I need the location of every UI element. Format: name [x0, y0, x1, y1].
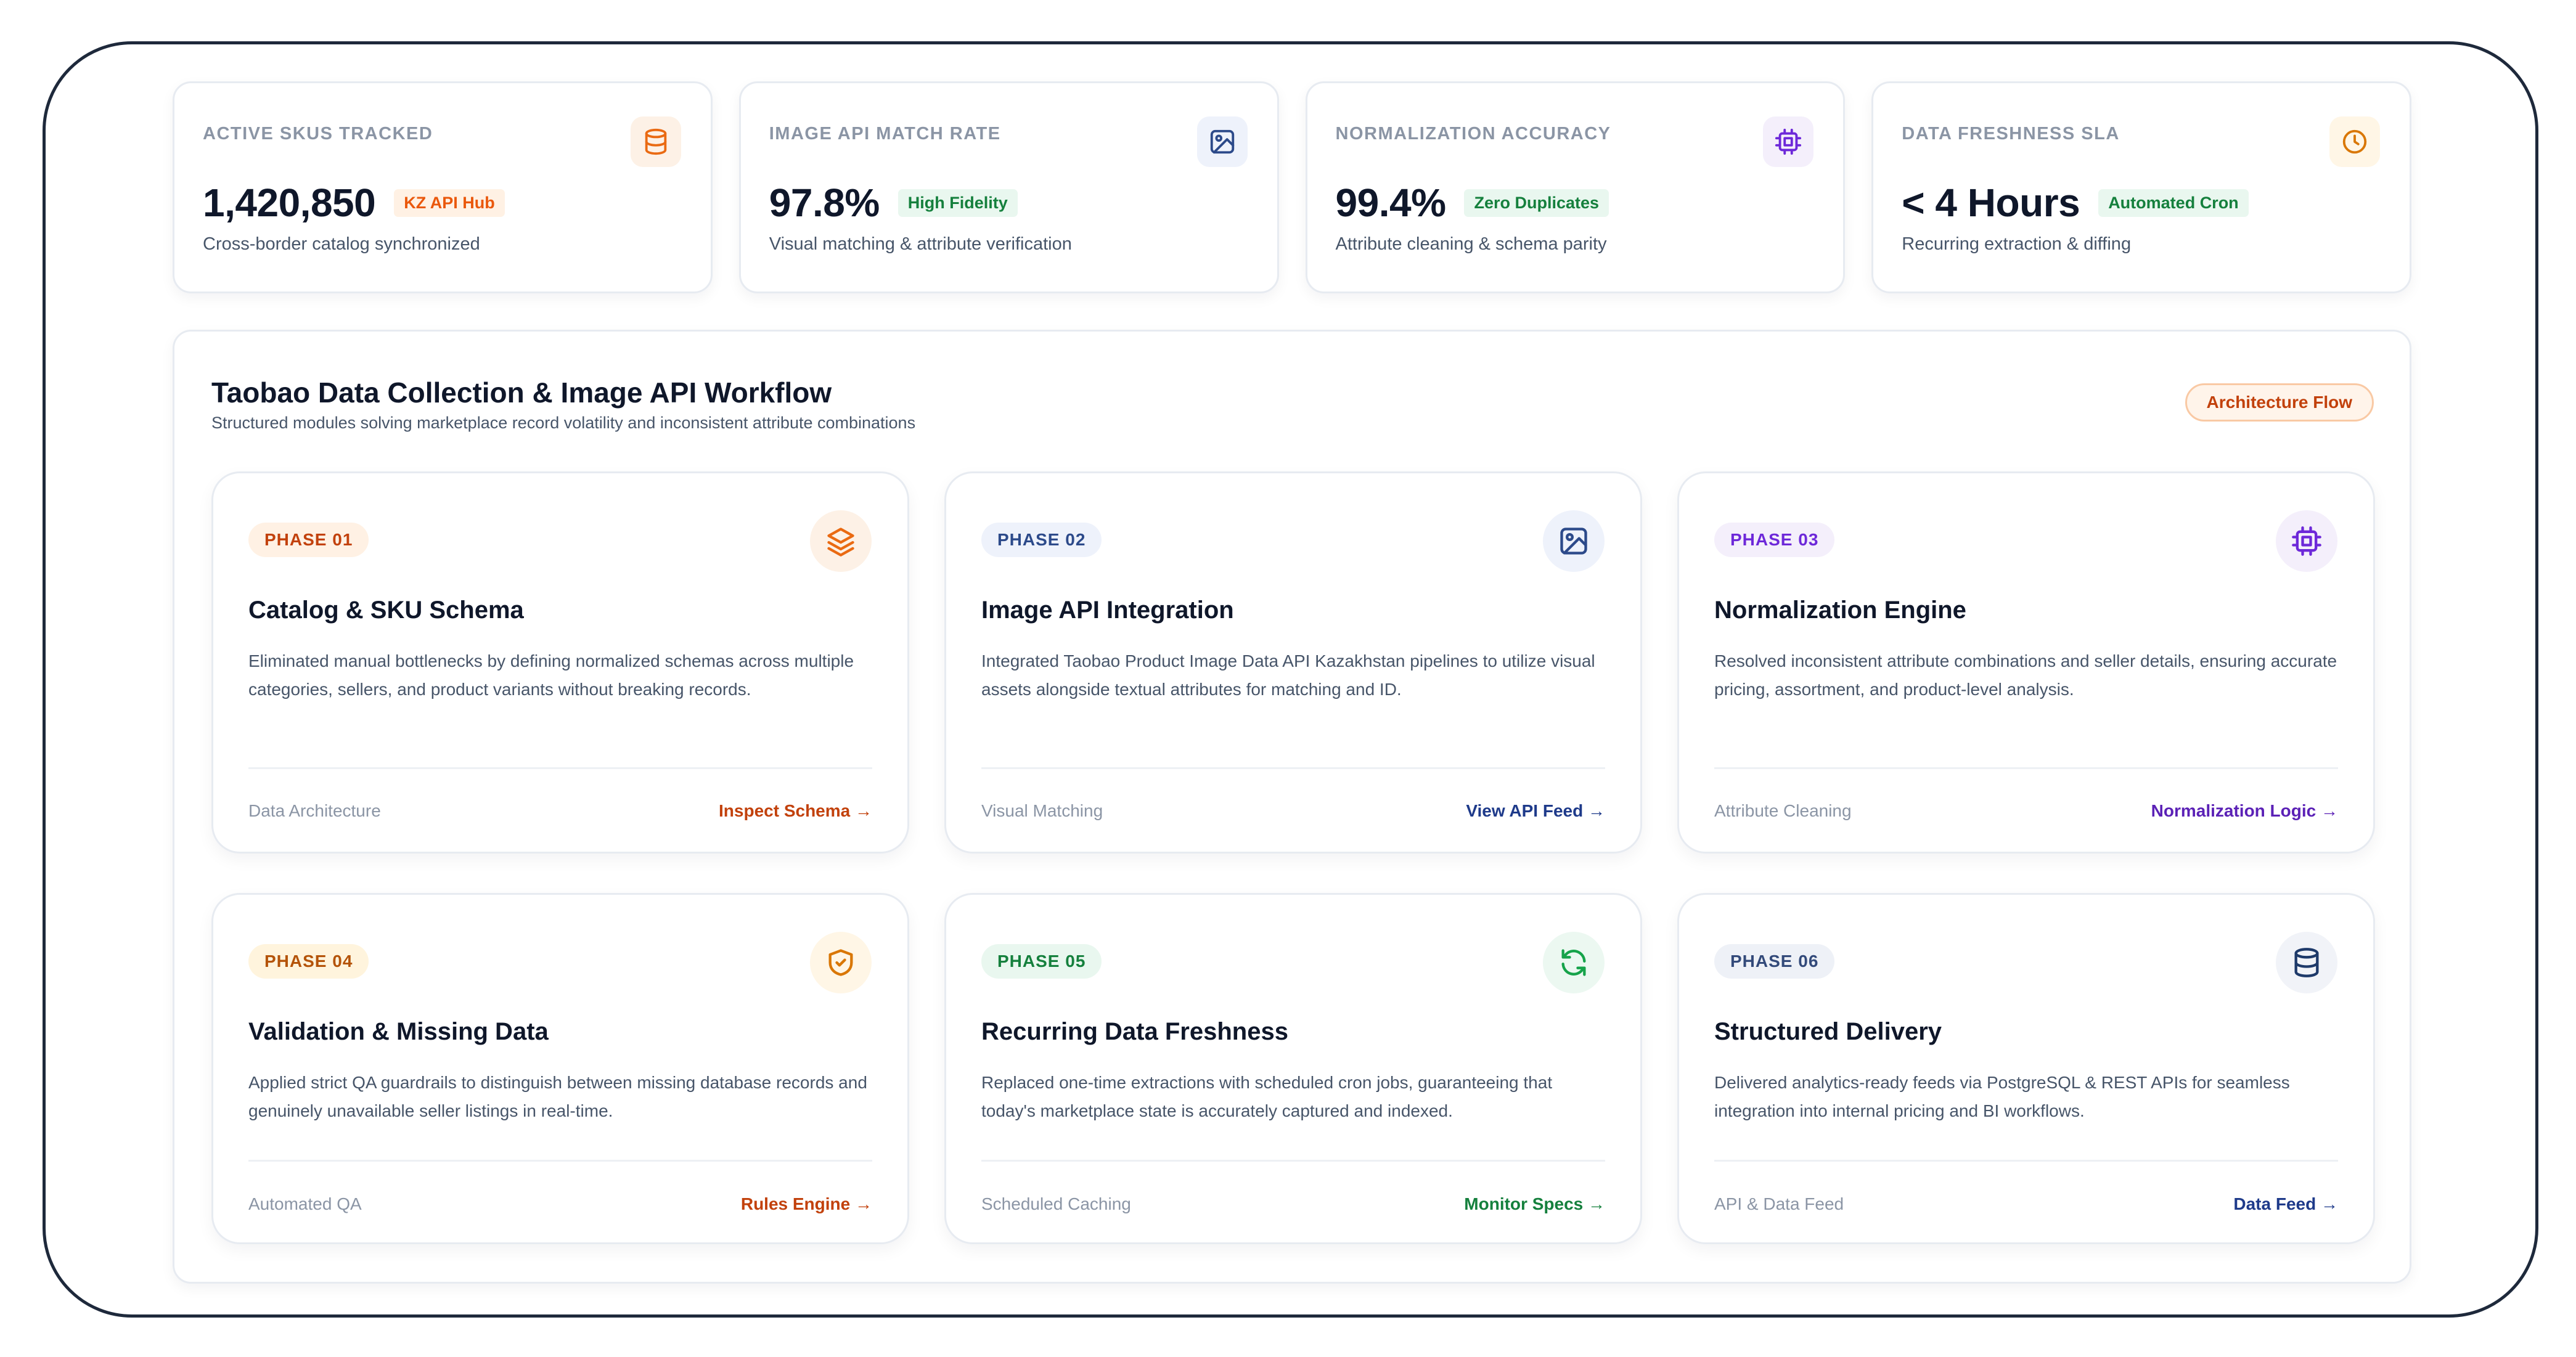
stat-label: IMAGE API MATCH RATE [769, 124, 1001, 144]
stat-tag: Zero Duplicates [1464, 189, 1609, 217]
rules-engine-link[interactable]: Rules Engine → [741, 1194, 872, 1214]
normalization-logic-link[interactable]: Normalization Logic → [2151, 801, 2338, 821]
stat-description: Visual matching & attribute verification [769, 234, 1072, 254]
stat-value: 1,420,850 [203, 181, 376, 225]
phase-badge: PHASE 06 [1714, 944, 1835, 979]
phase-badge: PHASE 05 [981, 944, 1102, 979]
shield-check-icon [810, 932, 872, 993]
divider [981, 767, 1605, 769]
phase-badge: PHASE 01 [248, 523, 369, 557]
phase-title: Catalog & SKU Schema [248, 597, 524, 624]
phase-card-03: PHASE 03 Normalization Engine Resolved i… [1677, 471, 2375, 854]
phase-description: Integrated Taobao Product Image Data API… [981, 651, 1595, 699]
image-icon [1196, 116, 1248, 167]
monitor-specs-link[interactable]: Monitor Specs → [1464, 1194, 1605, 1214]
stat-label: ACTIVE SKUS TRACKED [203, 124, 433, 144]
stat-card-active-skus: ACTIVE SKUS TRACKED 1,420,850 KZ API Hub… [173, 81, 713, 293]
phase-badge: PHASE 04 [248, 944, 369, 979]
phase-category: Automated QA [248, 1194, 362, 1213]
phase-title: Normalization Engine [1714, 597, 1966, 624]
phase-title: Image API Integration [981, 597, 1234, 624]
workflow-panel: Taobao Data Collection & Image API Workf… [173, 330, 2411, 1284]
cpu-icon [1763, 116, 1814, 167]
inspect-schema-link[interactable]: Inspect Schema → [719, 801, 872, 821]
stat-value: 99.4% [1335, 181, 1446, 225]
data-feed-link[interactable]: Data Feed → [2233, 1194, 2338, 1214]
phase-description: Applied strict QA guardrails to distingu… [248, 1073, 867, 1120]
phase-description: Eliminated manual bottlenecks by definin… [248, 651, 854, 699]
phase-badge: PHASE 03 [1714, 523, 1835, 557]
stat-description: Recurring extraction & diffing [1902, 234, 2132, 254]
phase-category: Data Architecture [248, 801, 381, 820]
phase-category: Attribute Cleaning [1714, 801, 1852, 820]
stat-description: Attribute cleaning & schema parity [1335, 234, 1607, 254]
stats-row: ACTIVE SKUS TRACKED 1,420,850 KZ API Hub… [173, 81, 2411, 293]
panel-subtitle: Structured modules solving marketplace r… [211, 414, 916, 432]
phase-card-04: PHASE 04 Validation & Missing Data Appli… [211, 893, 909, 1244]
phase-card-05: PHASE 05 Recurring Data Freshness Replac… [944, 893, 1642, 1244]
stat-tag: KZ API Hub [394, 189, 505, 217]
stat-tag: Automated Cron [2098, 189, 2249, 217]
stat-tag: High Fidelity [898, 189, 1018, 217]
stat-description: Cross-border catalog synchronized [203, 234, 480, 254]
database-icon [630, 116, 681, 167]
clock-icon [2329, 116, 2380, 167]
stat-value: 97.8% [769, 181, 880, 225]
divider [981, 1160, 1605, 1162]
phase-card-06: PHASE 06 Structured Delivery Delivered a… [1677, 893, 2375, 1244]
phase-category: Scheduled Caching [981, 1194, 1131, 1213]
phase-card-01: PHASE 01 Catalog & SKU Schema Eliminated… [211, 471, 909, 854]
stat-card-normalization: NORMALIZATION ACCURACY 99.4% Zero Duplic… [1305, 81, 1846, 293]
database-icon [2276, 932, 2337, 993]
phase-title: Structured Delivery [1714, 1018, 1942, 1045]
phase-title: Validation & Missing Data [248, 1018, 549, 1045]
page-frame: ACTIVE SKUS TRACKED 1,420,850 KZ API Hub… [43, 41, 2538, 1318]
phase-description: Delivered analytics-ready feeds via Post… [1714, 1073, 2290, 1120]
stat-card-freshness: DATA FRESHNESS SLA < 4 Hours Automated C… [1871, 81, 2411, 293]
stat-label: NORMALIZATION ACCURACY [1335, 124, 1611, 144]
phase-description: Replaced one-time extractions with sched… [981, 1073, 1553, 1120]
stat-card-image-match: IMAGE API MATCH RATE 97.8% High Fidelity… [738, 81, 1279, 293]
divider [1714, 767, 2338, 769]
image-icon [1543, 510, 1605, 572]
phase-title: Recurring Data Freshness [981, 1018, 1288, 1045]
cpu-icon [2276, 510, 2337, 572]
phase-badge: PHASE 02 [981, 523, 1102, 557]
phase-description: Resolved inconsistent attribute combinat… [1714, 651, 2337, 699]
phase-category: API & Data Feed [1714, 1194, 1844, 1213]
view-api-feed-link[interactable]: View API Feed → [1466, 801, 1605, 821]
phase-card-02: PHASE 02 Image API Integration Integrate… [944, 471, 1642, 854]
layers-icon [810, 510, 872, 572]
stat-value: < 4 Hours [1902, 181, 2080, 225]
phase-category: Visual Matching [981, 801, 1103, 820]
panel-title: Taobao Data Collection & Image API Workf… [211, 377, 832, 409]
divider [1714, 1160, 2338, 1162]
refresh-icon [1543, 932, 1605, 993]
stat-label: DATA FRESHNESS SLA [1902, 124, 2120, 144]
divider [248, 767, 872, 769]
divider [248, 1160, 872, 1162]
architecture-flow-badge[interactable]: Architecture Flow [2185, 383, 2374, 422]
